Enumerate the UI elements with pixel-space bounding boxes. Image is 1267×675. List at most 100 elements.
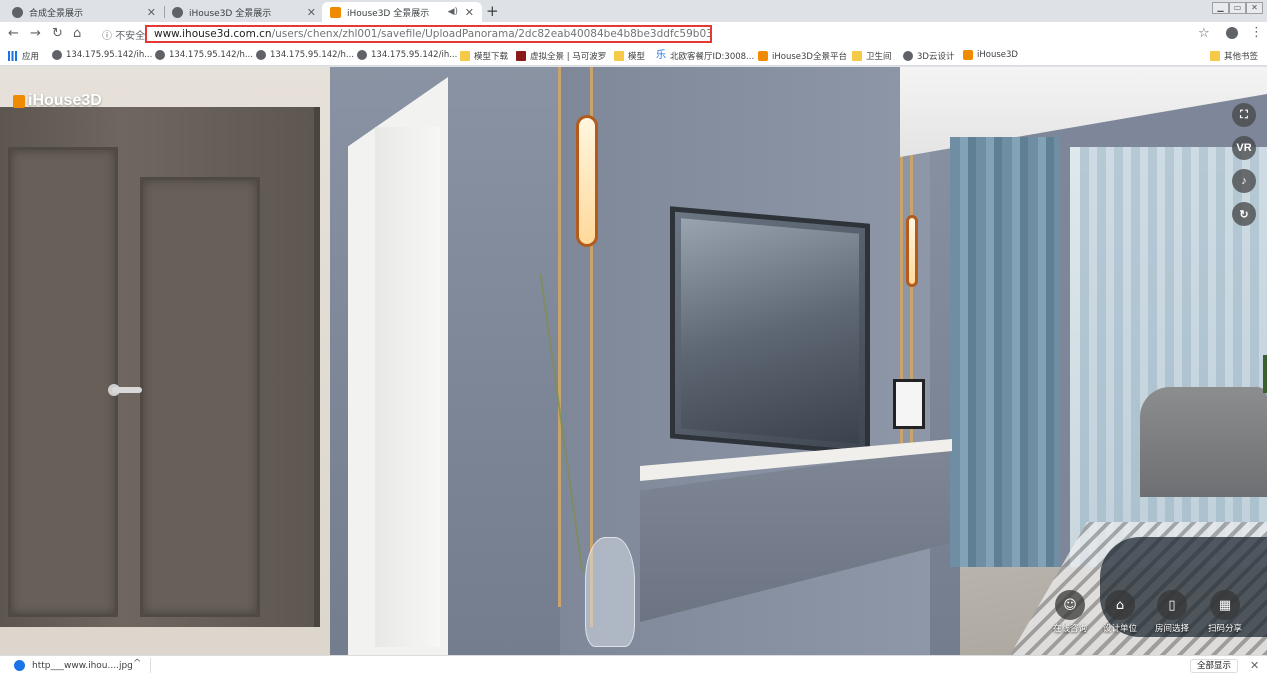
logo-mark-icon [13,94,25,108]
bookmark-item[interactable]: iHouse3D全景平台 [758,50,847,62]
room-icon: ▯ [1157,590,1187,620]
download-filename[interactable]: http___www.ihou....jpg [32,661,133,671]
close-icon[interactable]: ✕ [147,6,156,19]
globe-icon [357,50,367,60]
bookmark-label: iHouse3D [977,50,1018,60]
forward-icon[interactable]: → [30,26,41,41]
other-bookmarks[interactable]: 其他书签 [1210,50,1258,62]
back-icon[interactable]: ← [8,26,19,41]
bookmark-folder[interactable]: 模型下载 [460,50,508,62]
fullscreen-icon[interactable]: ⛶ [1232,103,1256,127]
side-grip-handle[interactable] [1263,355,1267,393]
bookmark-label: 卫生间 [866,52,892,62]
bookmark-item[interactable]: 3D云设计 [903,50,954,62]
globe-icon [256,50,266,60]
folder-icon [460,51,470,61]
picture-frame [893,379,925,429]
company-icon: ⌂ [1105,590,1135,620]
close-icon[interactable]: ✕ [307,6,316,19]
globe-icon [903,51,913,61]
tab-title: iHouse3D 全景展示 [189,8,272,19]
folder-icon [1210,51,1220,61]
close-window-button[interactable]: ✕ [1246,2,1263,14]
bookmark-label: 134.175.95.142/ih... [66,50,153,60]
panorama-scene [0,67,1267,655]
glass-vase [585,537,635,647]
home-icon[interactable]: ⌂ [73,26,81,41]
ihouse-favicon-icon [330,6,341,18]
tab-2[interactable]: iHouse3D 全景展示 ✕ [164,2,324,22]
tab-title: 合成全景展示 [29,8,84,19]
window-controls: ▁ ▭ ✕ [1212,2,1263,14]
download-file-icon [14,660,25,671]
bookmark-label: 模型下载 [474,52,509,62]
bookmark-folder[interactable]: 模型 [614,50,645,62]
bookmark-item[interactable]: iHouse3D [963,50,1018,60]
white-door [375,127,440,647]
profile-icon[interactable] [1226,27,1238,39]
globe-icon [12,6,23,18]
rotate-icon[interactable]: ↻ [1232,202,1256,226]
browser-toolbar: ← → ↻ ⌂ ⓘ 不安全 www.ihouse3d.com.cn/users/… [0,22,1267,46]
door-panel [140,177,260,617]
speaker-icon[interactable]: ◀) [448,7,458,17]
wall-sconce [906,215,918,287]
qr-code-icon: ▦ [1210,590,1240,620]
globe-icon [172,6,183,18]
design-company-button[interactable]: ⌂ 设计单位 [1090,590,1150,634]
tab-strip: 合成全景展示 ✕ iHouse3D 全景展示 ✕ iHouse3D 全景展示 ◀… [0,0,1267,22]
bookmark-label: 北欧客餐厅ID:3008... [670,52,755,62]
bookmark-item[interactable]: 乐北欧客餐厅ID:3008... [656,50,755,63]
tv [670,206,870,456]
panorama-viewer[interactable]: iHouse3D ⛶ VR ♪ ↻ ☺ 在线咨询 ⌂ 设计单位 ▯ 房间选择 ▦… [0,67,1267,655]
menu-dots-icon[interactable]: ⋮ [1250,25,1263,40]
bookmark-item[interactable]: 虚拟全景 | 马可波罗 [516,50,606,62]
button-label: 设计单位 [1102,624,1137,634]
room-select-button[interactable]: ▯ 房间选择 [1142,590,1202,634]
button-label: 房间选择 [1154,624,1189,634]
bookmark-item[interactable]: 134.175.95.142/h... [256,50,354,60]
bookmark-item[interactable]: 134.175.95.142/ih... [52,50,152,60]
bookmark-star-icon[interactable]: ☆ [1198,26,1210,41]
apps-grid-icon [8,51,18,61]
url-path: /users/chenx/zhl001/savefile/UploadPanor… [271,28,712,40]
bookmark-item[interactable]: 134.175.95.142/ih... [357,50,457,60]
security-indicator[interactable]: ⓘ 不安全 [102,27,145,42]
bookmark-item[interactable]: 134.175.95.142/h... [155,50,253,60]
bookmark-label: 模型 [628,52,646,62]
tv-screen [681,218,859,444]
folder-icon [852,51,862,61]
bookmark-folder[interactable]: 卫生间 [852,50,892,62]
armchair [1140,387,1267,497]
new-tab-button[interactable]: + [486,2,499,20]
show-all-button[interactable]: 全部显示 [1190,659,1239,673]
address-bar[interactable]: www.ihouse3d.com.cn/users/chenx/zhl001/s… [145,25,712,43]
tab-3-active[interactable]: iHouse3D 全景展示 ◀) ✕ [322,2,482,22]
tab-1[interactable]: 合成全景展示 ✕ [4,2,164,22]
bookmarks-bar: 应用 134.175.95.142/ih... 134.175.95.142/h… [0,46,1267,66]
music-icon[interactable]: ♪ [1232,169,1256,193]
button-label: 扫码分享 [1207,624,1242,634]
folder-icon [614,51,624,61]
close-icon[interactable]: ✕ [1250,659,1259,672]
bookmark-label: 134.175.95.142/h... [270,50,354,60]
consult-icon: ☺ [1055,590,1085,620]
minimize-button[interactable]: ▁ [1212,2,1229,14]
bookmark-label: 虚拟全景 | 马可波罗 [530,52,607,62]
bookmark-label: iHouse3D全景平台 [772,52,847,62]
bookmark-label: 3D云设计 [917,52,955,62]
scan-share-button[interactable]: ▦ 扫码分享 [1195,590,1255,634]
ihouse3d-logo: iHouse3D [13,92,102,110]
bookmark-label: 134.175.95.142/ih... [371,50,458,60]
le-icon: 乐 [656,50,666,61]
vr-button[interactable]: VR [1232,136,1256,160]
button-label: 在线咨询 [1052,624,1087,634]
ihouse-icon [963,50,973,60]
chevron-up-icon[interactable]: ^ [133,658,141,669]
close-icon[interactable]: ✕ [465,6,474,19]
maximize-button[interactable]: ▭ [1229,2,1246,14]
tab-title: iHouse3D 全景展示 [347,8,430,19]
reload-icon[interactable]: ↻ [52,26,63,41]
bookmark-apps[interactable]: 应用 [8,50,39,62]
divider [150,658,151,673]
